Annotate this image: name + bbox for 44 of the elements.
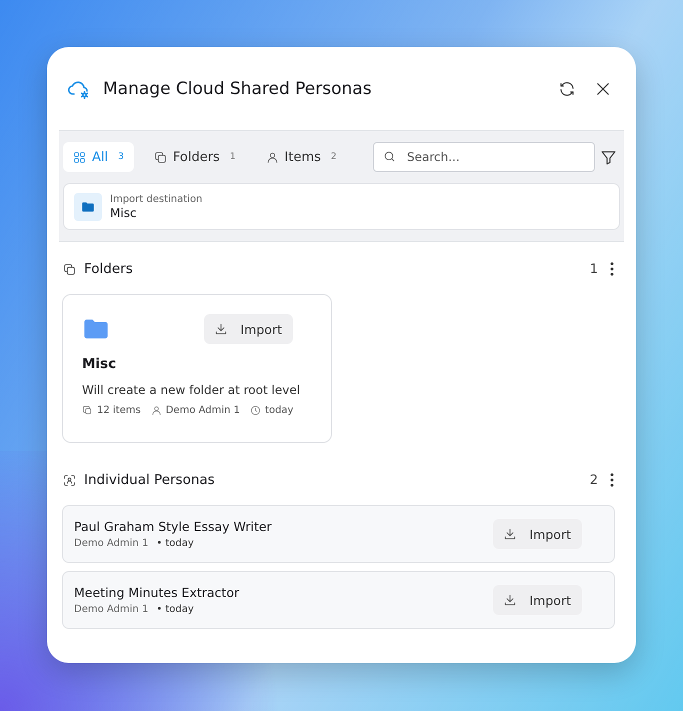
persona-row[interactable]: Paul Graham Style Essay Writer Demo Admin 1 • today Import <box>62 505 615 563</box>
author: Demo Admin 1 <box>166 405 240 416</box>
stacked-squares-icon <box>154 150 167 164</box>
persona-name: Paul Graham Style Essay Writer <box>74 519 272 534</box>
section-count: 2 <box>590 472 598 488</box>
download-icon <box>214 322 228 336</box>
filter-tab[interactable]: Items 2 <box>256 142 347 172</box>
persona-name: Meeting Minutes Extractor <box>74 585 240 600</box>
item-count: 12 items <box>97 405 141 416</box>
section-title: Folders <box>84 261 134 277</box>
section-count: 1 <box>590 262 598 276</box>
count-label: 1 <box>230 152 236 162</box>
persona-row[interactable]: Meeting Minutes Extractor Demo Admin 1 • today Import <box>62 571 615 629</box>
dialog-title: Manage Cloud Shared Personas <box>103 78 373 98</box>
face-scan-icon <box>63 474 76 486</box>
search-field[interactable]: Search... <box>373 142 595 172</box>
count-label: 2 <box>330 152 337 162</box>
import-button[interactable]: Import <box>204 314 293 344</box>
timestamp: • today <box>156 538 194 549</box>
import-button[interactable]: Import <box>492 585 582 615</box>
timestamp: • today <box>156 604 194 615</box>
author: Demo Admin 1 <box>74 538 148 549</box>
grid-icon <box>73 150 86 164</box>
stacked-squares-icon <box>82 405 93 416</box>
download-icon <box>502 593 516 607</box>
folder-description: Will create a new folder at root level <box>82 383 302 397</box>
folder-card[interactable]: Import Misc Will create a new folder at root level 12 items Demo Admin 1 today <box>62 294 332 443</box>
count-label: 3 <box>118 152 124 162</box>
person-icon <box>150 405 162 416</box>
stacked-squares-icon <box>63 262 76 276</box>
clock-icon <box>250 405 262 416</box>
download-icon <box>502 527 516 541</box>
filter-tab[interactable]: All 3 <box>63 142 134 172</box>
import-button[interactable]: Import <box>492 519 582 549</box>
section-title: Individual Personas <box>84 472 216 488</box>
filter-tab[interactable]: Folders 1 <box>144 142 246 172</box>
folder-icon <box>74 192 102 220</box>
destination-value: Misc <box>110 206 138 220</box>
search-icon <box>383 150 396 163</box>
person-icon <box>266 150 279 164</box>
folder-name: Misc <box>82 356 118 372</box>
timestamp: today <box>265 405 294 416</box>
destination-label: Import destination <box>110 194 202 204</box>
author: Demo Admin 1 <box>74 604 148 615</box>
